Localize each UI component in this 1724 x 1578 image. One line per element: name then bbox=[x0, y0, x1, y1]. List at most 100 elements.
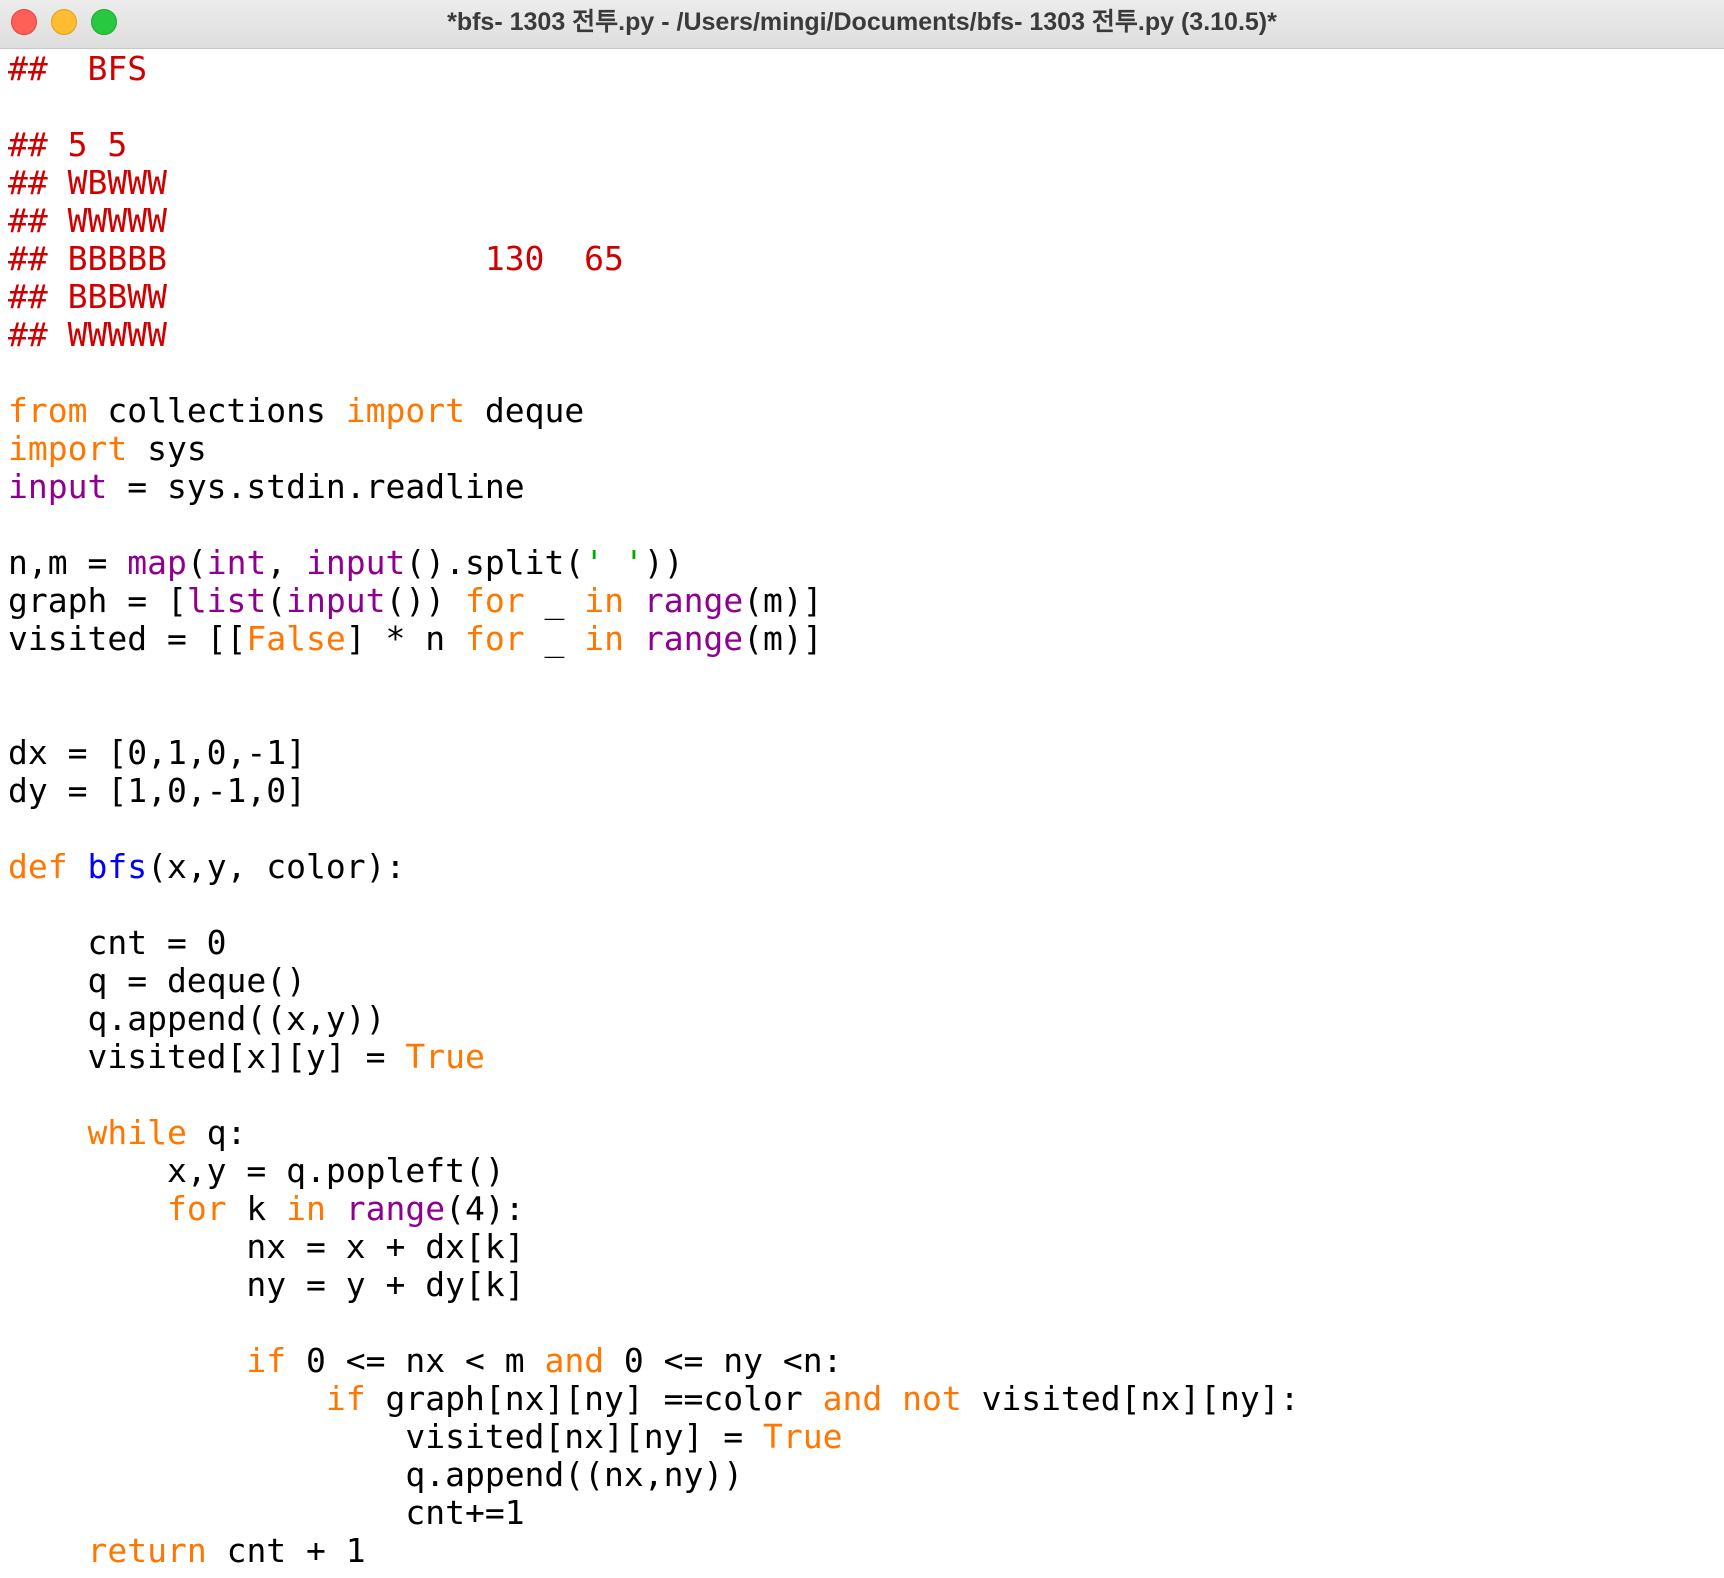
comment-token: ## BBBBB 130 65 bbox=[8, 239, 624, 278]
builtin-token: input bbox=[306, 543, 406, 582]
comment-token: ## WBWWW bbox=[8, 163, 167, 202]
code-token: , bbox=[266, 543, 307, 582]
code-token: _ bbox=[524, 619, 585, 658]
code-line: ## WBWWW bbox=[8, 164, 1724, 202]
code-token: n,m = bbox=[8, 543, 128, 582]
code-token: (m)] bbox=[743, 581, 823, 620]
builtin-token: range bbox=[345, 1189, 446, 1228]
code-line: if graph[nx][ny] ==color and not visited… bbox=[8, 1380, 1724, 1418]
keyword-token: if bbox=[246, 1341, 287, 1380]
title-bar[interactable]: *bfs- 1303 전투.py - /Users/mingi/Document… bbox=[0, 0, 1724, 49]
keyword-token: if bbox=[325, 1379, 366, 1418]
code-editor[interactable]: ## BFS​## 5 5## WBWWW## WWWWW## BBBBB 13… bbox=[0, 50, 1724, 1578]
code-token: collections bbox=[87, 391, 346, 430]
keyword-token: False bbox=[246, 619, 346, 658]
keyword-token: True bbox=[405, 1037, 485, 1076]
code-line: ​ bbox=[8, 88, 1724, 126]
comment-token: ## WWWWW bbox=[8, 201, 167, 240]
code-token: 0 <= ny <n: bbox=[604, 1341, 843, 1380]
code-line: x,y = q.popleft() bbox=[8, 1152, 1724, 1190]
code-line: ​ bbox=[8, 1076, 1724, 1114]
code-token: = sys.stdin.readline bbox=[107, 467, 525, 506]
builtin-token: map bbox=[127, 543, 187, 582]
builtin-token: int bbox=[206, 543, 267, 582]
comment-token: ## WWWWW bbox=[8, 315, 167, 354]
code-line: visited[x][y] = True bbox=[8, 1038, 1724, 1076]
code-line: dx = [0,1,0,-1] bbox=[8, 734, 1724, 772]
code-line: nx = x + dx[k] bbox=[8, 1228, 1724, 1266]
code-token: _ bbox=[524, 581, 585, 620]
code-token: cnt+=1 bbox=[8, 1493, 525, 1532]
code-line: graph = [list(input()) for _ in range(m)… bbox=[8, 582, 1724, 620]
code-line: n,m = map(int, input().split(' ')) bbox=[8, 544, 1724, 582]
code-line: visited[nx][ny] = True bbox=[8, 1418, 1724, 1456]
code-line: ​ bbox=[8, 354, 1724, 392]
code-line: import sys bbox=[8, 430, 1724, 468]
string-token: ' ' bbox=[584, 543, 644, 582]
code-line: ​ bbox=[8, 506, 1724, 544]
code-token: visited = [[ bbox=[8, 619, 247, 658]
keyword-token: from bbox=[8, 391, 88, 430]
code-token: visited[nx][ny] = bbox=[8, 1417, 763, 1456]
code-line: ## BBBBB 130 65 bbox=[8, 240, 1724, 278]
builtin-token: input bbox=[286, 581, 386, 620]
code-text-area[interactable]: ## BFS​## 5 5## WBWWW## WWWWW## BBBBB 13… bbox=[0, 50, 1724, 1570]
code-line: while q: bbox=[8, 1114, 1724, 1152]
code-token: ] * n bbox=[345, 619, 465, 658]
code-line: from collections import deque bbox=[8, 392, 1724, 430]
code-token: q = deque() bbox=[8, 961, 307, 1000]
builtin-token: input bbox=[8, 467, 108, 506]
code-line: ## WWWWW bbox=[8, 316, 1724, 354]
code-line: ## WWWWW bbox=[8, 202, 1724, 240]
keyword-token: in bbox=[584, 581, 624, 620]
keyword-token: in bbox=[286, 1189, 326, 1228]
code-line: ​ bbox=[8, 696, 1724, 734]
comment-token: ## 5 5 bbox=[8, 125, 128, 164]
keyword-token: return bbox=[87, 1531, 207, 1570]
code-line: ​ bbox=[8, 658, 1724, 696]
code-line: cnt = 0 bbox=[8, 924, 1724, 962]
comment-token: ## BFS bbox=[8, 50, 148, 88]
code-token: cnt = 0 bbox=[8, 923, 227, 962]
builtin-token: list bbox=[186, 581, 267, 620]
code-line: cnt+=1 bbox=[8, 1494, 1724, 1532]
code-token: ( bbox=[186, 543, 207, 582]
code-line: ​ bbox=[8, 1304, 1724, 1342]
code-token: deque bbox=[464, 391, 585, 430]
window-title: *bfs- 1303 전투.py - /Users/mingi/Document… bbox=[447, 8, 1277, 36]
keyword-token: import bbox=[345, 391, 465, 430]
code-token: sys bbox=[127, 429, 207, 468]
code-token: ny = y + dy[k] bbox=[8, 1265, 525, 1304]
code-line: if 0 <= nx < m and 0 <= ny <n: bbox=[8, 1342, 1724, 1380]
code-line: ## BFS bbox=[8, 50, 1724, 88]
code-token: x,y = q.popleft() bbox=[8, 1151, 505, 1190]
code-token: dx = [0,1,0,-1] bbox=[8, 733, 307, 772]
builtin-token: range bbox=[643, 619, 744, 658]
code-token: dy = [1,0,-1,0] bbox=[8, 771, 307, 810]
keyword-token: import bbox=[8, 429, 128, 468]
code-line: ## 5 5 bbox=[8, 126, 1724, 164]
code-line: visited = [[False] * n for _ in range(m)… bbox=[8, 620, 1724, 658]
code-line: def bfs(x,y, color): bbox=[8, 848, 1724, 886]
code-token: cnt + 1 bbox=[206, 1531, 366, 1570]
keyword-token: for bbox=[464, 619, 525, 658]
code-token: graph = [ bbox=[8, 581, 187, 620]
code-token: k bbox=[226, 1189, 287, 1228]
code-token: )) bbox=[643, 543, 684, 582]
keyword-token: in bbox=[584, 619, 624, 658]
keyword-token: def bbox=[8, 847, 68, 886]
code-token: q.append((nx,ny)) bbox=[8, 1455, 744, 1494]
code-token: q.append((x,y)) bbox=[8, 999, 386, 1038]
code-token: (m)] bbox=[743, 619, 823, 658]
keyword-token: for bbox=[166, 1189, 227, 1228]
keyword-token: while bbox=[87, 1113, 187, 1152]
